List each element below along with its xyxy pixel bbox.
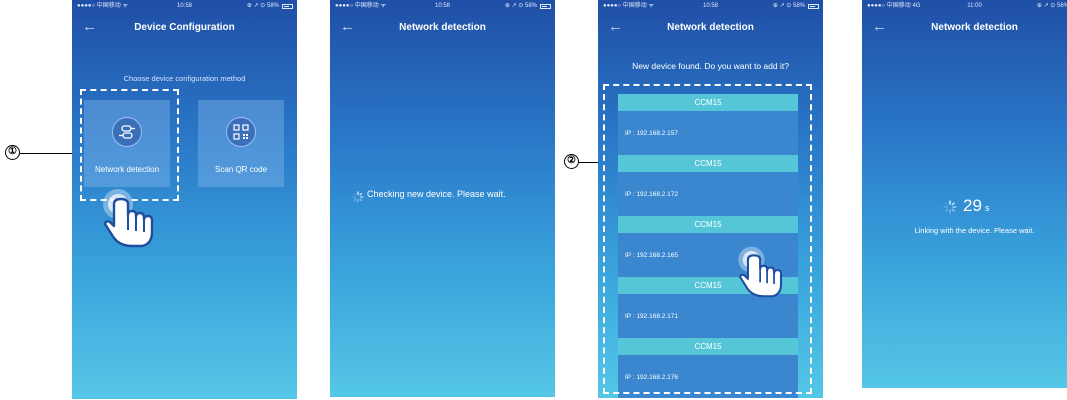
nav-bar: ← Network detection [862, 13, 1067, 43]
clock-label: 10:58 [434, 3, 451, 9]
clock-label: 10:58 [176, 3, 193, 9]
battery-icon [282, 4, 293, 9]
screen-network-detection-checking: ●●●●○ 中国移动 ᯤ 10:58 ⊕ ↗ ⊙ 58% ← Network d… [330, 0, 555, 397]
clock-label: 11:00 [967, 3, 982, 9]
nav-bar: ← Network detection [330, 13, 555, 43]
countdown-timer: 29 s [862, 196, 1067, 220]
checking-text: Checking new device. Please wait. [367, 189, 506, 199]
loading-spinner-icon [352, 191, 364, 203]
battery-icon [540, 4, 551, 9]
scan-qr-code-button[interactable]: Scan QR code [198, 100, 284, 187]
instruction-text: Choose device configuration method [123, 74, 246, 83]
status-indicators: ⊕ ↗ ⊙ 56% [1036, 3, 1067, 9]
battery-icon [808, 4, 819, 9]
carrier-label: ●●●●○ 中国移动 4G [867, 3, 921, 9]
tap-hand-icon [103, 189, 154, 248]
page-title: Network detection [931, 22, 1018, 33]
highlight-box [603, 84, 812, 394]
countdown-value: 29 [963, 196, 982, 215]
tap-hand-icon [738, 246, 783, 298]
highlight-box [80, 89, 179, 201]
clock-label: 10:58 [702, 3, 719, 9]
status-bar: ●●●●○ 中国移动 ᯤ 10:58 ⊕ ↗ ⊙ 58% [330, 0, 555, 13]
linking-text: Linking with the device. Please wait. [914, 226, 1035, 235]
loading-spinner-icon [943, 200, 957, 214]
carrier-label: ●●●●○ 中国移动 ᯤ [603, 3, 654, 9]
status-indicators: ⊕ ↗ ⊙ 58% [504, 3, 537, 9]
status-bar: ●●●●○ 中国移动 ᯤ 10:58 ⊕ ↗ ⊙ 58% [598, 0, 823, 13]
page-title: Network detection [399, 22, 486, 33]
device-found-prompt: New device found. Do you want to add it? [632, 61, 789, 71]
countdown-unit: s [985, 203, 990, 213]
page-title: Device Configuration [134, 22, 235, 33]
status-bar: ●●●●○ 中国移动 4G 11:00 ⊕ ↗ ⊙ 56% [862, 0, 1067, 13]
carrier-label: ●●●●○ 中国移动 ᯤ [335, 3, 386, 9]
qr-code-icon [226, 117, 256, 147]
status-indicators: ⊕ ↗ ⊙ 58% [772, 3, 805, 9]
status-bar: ●●●●○ 中国移动 ᯤ 10:58 ⊕ ↗ ⊙ 58% [72, 0, 297, 13]
callout-step-2: ② [564, 154, 579, 169]
status-indicators: ⊕ ↗ ⊙ 58% [246, 3, 279, 9]
page-title: Network detection [667, 22, 754, 33]
nav-bar: ← Device Configuration [72, 13, 297, 43]
screen-network-detection-linking: ●●●●○ 中国移动 4G 11:00 ⊕ ↗ ⊙ 56% ← Network … [862, 0, 1067, 388]
callout-step-1: ① [5, 145, 20, 160]
carrier-label: ●●●●○ 中国移动 ᯤ [77, 3, 128, 9]
scan-qr-code-label: Scan QR code [214, 165, 268, 174]
nav-bar: ← Network detection [598, 13, 823, 43]
